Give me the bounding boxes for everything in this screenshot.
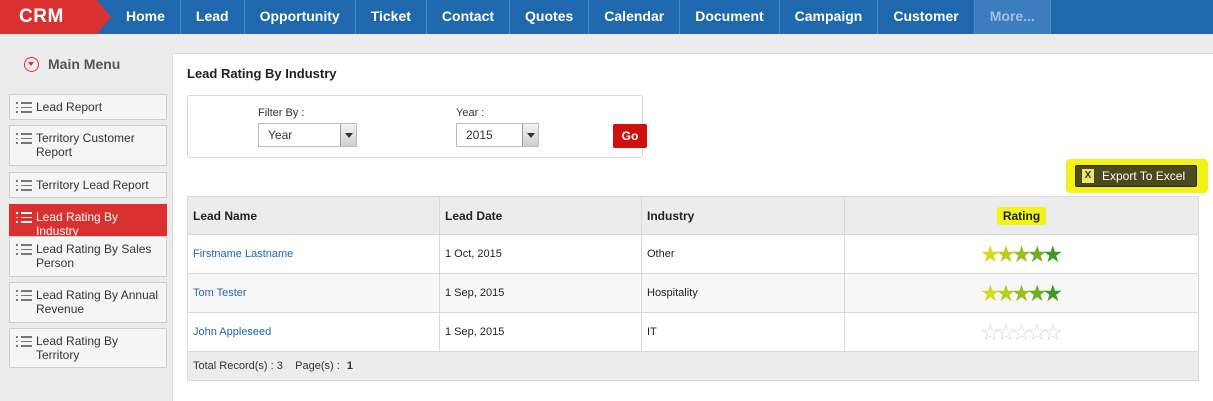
list-icon [16, 102, 32, 113]
sidebar-item-label: Lead Rating By Annual Revenue [36, 288, 159, 316]
sidebar-item-label: Lead Rating By Sales Person [36, 242, 152, 270]
list-icon [16, 244, 32, 255]
star-icon[interactable]: ★ [1042, 282, 1063, 305]
brand-logo[interactable]: CRM [0, 0, 111, 34]
nav-item-calendar[interactable]: Calendar [589, 0, 681, 34]
sidebar-item-label: Territory Lead Report [36, 178, 149, 192]
star-icon[interactable]: ☆ [1042, 321, 1063, 344]
lead-name-link[interactable]: John Appleseed [187, 312, 440, 352]
rating-cell: ★★★★★ [844, 234, 1199, 274]
main-content: Lead Rating By Industry Filter By : Year… [172, 53, 1213, 401]
list-icon [16, 133, 32, 144]
list-icon [16, 336, 32, 347]
pages-label: Page(s) : [295, 360, 340, 372]
column-header-lead-date[interactable]: Lead Date [439, 196, 642, 235]
star-icon[interactable]: ★ [1042, 243, 1063, 266]
lead-date-cell: 1 Sep, 2015 [439, 312, 642, 352]
industry-cell: Other [641, 234, 845, 274]
export-label: Export To Excel [1102, 169, 1186, 183]
lead-name-link[interactable]: Firstname Lastname [187, 234, 440, 274]
chevron-down-circle-icon [24, 56, 39, 72]
rating-cell: ★★★★★ [844, 273, 1199, 313]
table-row: John Appleseed 1 Sep, 2015 IT ☆☆☆☆☆ [187, 312, 1199, 352]
sidebar-item-lead-rating-by-annual-revenue[interactable]: Lead Rating By Annual Revenue [9, 282, 167, 323]
filter-by-select[interactable]: Year [258, 123, 357, 147]
nav-item-lead[interactable]: Lead [181, 0, 245, 34]
table-footer-row: Total Record(s) : 3 Page(s) : 1 [187, 351, 1199, 381]
excel-icon: X [1082, 169, 1094, 183]
sidebar-item-territory-customer-report[interactable]: Territory Customer Report [9, 125, 167, 166]
lead-date-cell: 1 Sep, 2015 [439, 273, 642, 313]
total-records-label: Total Record(s) : [193, 360, 274, 372]
nav-item-document[interactable]: Document [680, 0, 780, 34]
sidebar-item-label: Lead Rating By Territory [36, 334, 119, 362]
go-button[interactable]: Go [613, 124, 647, 148]
export-to-excel-button[interactable]: X Export To Excel [1075, 165, 1197, 187]
nav-item-customer[interactable]: Customer [878, 0, 975, 34]
nav-item-opportunity[interactable]: Opportunity [245, 0, 356, 34]
filter-by-label: Filter By : [258, 107, 305, 119]
nav-item-more[interactable]: More... [974, 0, 1051, 34]
sidebar-item-label: Lead Rating By Industry [36, 210, 119, 238]
industry-cell: Hospitality [641, 273, 845, 313]
rating-cell: ☆☆☆☆☆ [844, 312, 1199, 352]
page-number-link[interactable]: 1 [347, 360, 353, 372]
lead-name-link[interactable]: Tom Tester [187, 273, 440, 313]
sidebar-item-lead-report[interactable]: Lead Report [9, 94, 167, 120]
nav-item-ticket[interactable]: Ticket [356, 0, 427, 34]
sidebar: Main Menu Lead Report Territory Customer… [0, 34, 172, 401]
sidebar-item-territory-lead-report[interactable]: Territory Lead Report [9, 172, 167, 198]
chevron-down-icon [340, 124, 356, 146]
main-menu-title: Main Menu [48, 56, 121, 72]
total-records-value: 3 [276, 360, 283, 372]
column-header-rating[interactable]: Rating [844, 196, 1199, 235]
export-highlight: X Export To Excel [1066, 159, 1208, 193]
lead-rating-table: Lead Name Lead Date Industry Rating Firs… [187, 196, 1199, 381]
list-icon [16, 180, 32, 191]
table-row: Tom Tester 1 Sep, 2015 Hospitality ★★★★★ [187, 273, 1199, 313]
year-label: Year : [456, 107, 485, 119]
top-navigation-bar: CRM Home Lead Opportunity Ticket Contact… [0, 0, 1213, 34]
chevron-down-icon [522, 124, 538, 146]
nav-item-home[interactable]: Home [111, 0, 181, 34]
filter-panel: Filter By : Year Year : 2015 Go [187, 95, 647, 158]
page-title: Lead Rating By Industry [187, 66, 337, 81]
column-header-industry[interactable]: Industry [641, 196, 845, 235]
nav-item-campaign[interactable]: Campaign [780, 0, 879, 34]
table-footer: Total Record(s) : 3 Page(s) : 1 [187, 351, 1199, 381]
nav-item-quotes[interactable]: Quotes [510, 0, 590, 34]
sidebar-item-label: Territory Customer Report [36, 131, 135, 159]
table-row: Firstname Lastname 1 Oct, 2015 Other ★★★… [187, 234, 1199, 274]
sidebar-item-label: Lead Report [36, 100, 103, 114]
column-header-lead-name[interactable]: Lead Name [187, 196, 440, 235]
sidebar-item-lead-rating-by-sales-person[interactable]: Lead Rating By Sales Person [9, 236, 167, 277]
year-select[interactable]: 2015 [456, 123, 539, 147]
list-icon [16, 290, 32, 301]
nav-item-contact[interactable]: Contact [427, 0, 511, 34]
lead-date-cell: 1 Oct, 2015 [439, 234, 642, 274]
year-value: 2015 [466, 128, 493, 142]
filter-by-value: Year [268, 128, 293, 142]
rating-header-label: Rating [996, 206, 1047, 225]
industry-cell: IT [641, 312, 845, 352]
list-icon [16, 212, 32, 223]
sidebar-item-lead-rating-by-territory[interactable]: Lead Rating By Territory [9, 328, 167, 368]
main-menu-toggle[interactable]: Main Menu [24, 56, 120, 72]
table-header-row: Lead Name Lead Date Industry Rating [187, 196, 1199, 235]
